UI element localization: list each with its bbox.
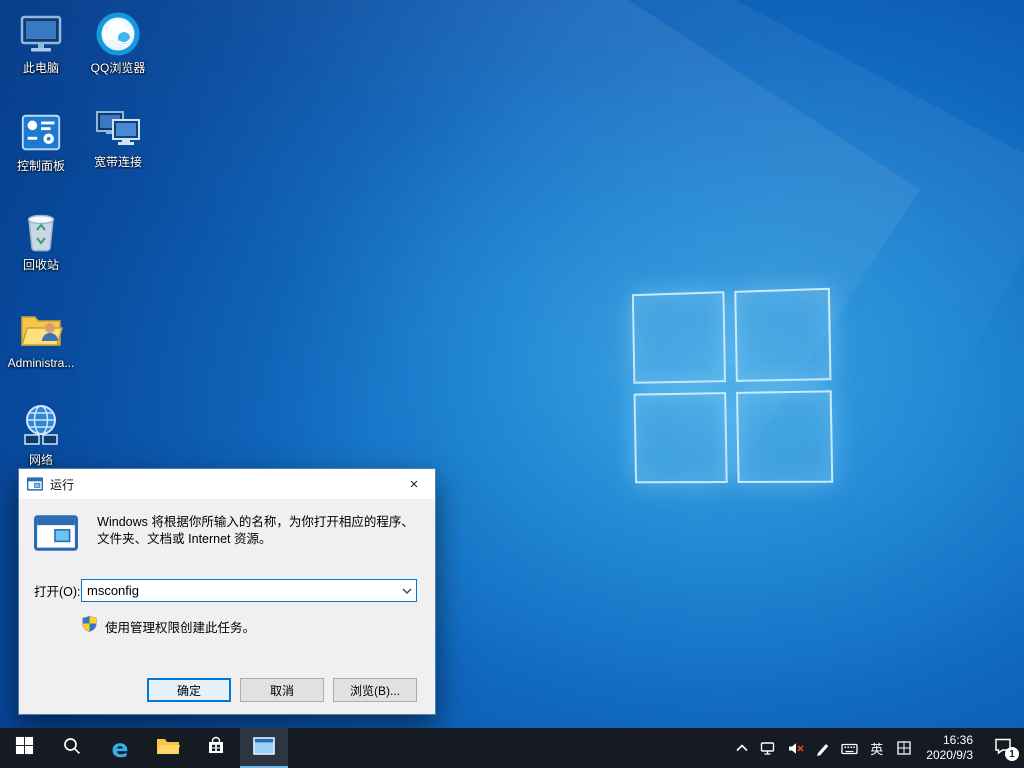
desktop-icon-administrator[interactable]: Administra... [4,303,78,370]
close-icon[interactable]: × [393,469,435,499]
run-window-icon [27,477,43,491]
edge-browser-button[interactable]: e [96,728,144,768]
cancel-button[interactable]: 取消 [240,678,324,702]
run-dialog-title: 运行 [50,477,75,492]
desktop-icon-label: 宽带连接 [93,155,142,169]
system-tray: 英 16:36 2020/9/3 1 [728,728,1024,768]
desktop[interactable]: 此电脑 QQ浏览器 控制面板 宽带连接 回收站 Administra... 网络… [0,0,1024,768]
wallpaper-light-beam [74,0,1024,547]
windows-logo-pane [631,291,726,384]
volume-button[interactable] [782,728,809,768]
clock-date: 2020/9/3 [926,748,973,762]
run-command-combobox [81,579,417,602]
file-explorer-button[interactable] [144,728,192,768]
run-dialog-taskbar-button[interactable] [240,728,288,768]
desktop-icon-broadband[interactable]: 宽带连接 [81,102,155,169]
this-pc-icon [4,8,78,58]
taskbar-clock[interactable]: 16:36 2020/9/3 [917,728,982,768]
windows-logo-pane [633,392,728,484]
run-command-input[interactable] [82,580,397,601]
touch-keyboard-button[interactable] [836,728,863,768]
ok-button[interactable]: 确定 [147,678,231,702]
desktop-icon-label: 回收站 [22,258,59,272]
desktop-icon-label: QQ浏览器 [90,61,146,75]
administrator-folder-icon [4,303,78,353]
store-icon [206,736,226,761]
network-status-button[interactable] [755,728,782,768]
chevron-down-icon[interactable] [397,580,416,601]
ime-language-label: 英 [870,741,884,757]
start-button[interactable] [0,728,48,768]
ime-language-button[interactable]: 英 [863,728,890,768]
desktop-icon-recycle-bin[interactable]: 回收站 [4,205,78,272]
control-panel-icon [4,106,78,156]
windows-logo-pane [736,390,834,483]
desktop-icon-label: 此电脑 [22,61,59,75]
desktop-icon-control-panel[interactable]: 控制面板 [4,106,78,173]
ime-mode-button[interactable] [890,728,917,768]
desktop-icon-qq-browser[interactable]: QQ浏览器 [81,8,155,75]
run-dialog-titlebar[interactable]: 运行 × [19,469,435,499]
notification-badge: 1 [1005,747,1019,761]
desktop-icon-this-pc[interactable]: 此电脑 [4,8,78,75]
show-hidden-icons-button[interactable] [728,728,755,768]
file-explorer-icon [156,736,180,761]
clock-time: 16:36 [942,733,973,747]
desktop-icon-label: 控制面板 [16,159,65,173]
search-icon [62,736,82,761]
qq-browser-icon [81,8,155,58]
edge-icon: e [111,733,129,763]
windows-start-icon [15,736,34,760]
windows-ink-button[interactable] [809,728,836,768]
desktop-icon-network[interactable]: 网络 [4,400,78,467]
broadband-connection-icon [81,102,155,152]
search-button[interactable] [48,728,96,768]
desktop-icon-label: 网络 [28,453,53,467]
windows-logo-pane [734,287,832,382]
microsoft-store-button[interactable] [192,728,240,768]
windows-logo [631,287,834,484]
recycle-bin-icon [4,205,78,255]
run-window-icon [253,736,275,760]
run-program-icon [34,511,97,556]
uac-shield-icon [81,615,98,637]
admin-privilege-note: 使用管理权限创建此任务。 [105,620,256,635]
action-center-button[interactable]: 1 [982,728,1024,768]
taskbar: e 英 16:36 2020/9/3 1 [0,728,1024,768]
run-dialog: 运行 × Windows 将根据你所输入的名称，为你打开相应的程序、文件夹、文档… [18,468,436,715]
open-label: 打开(O): [34,585,81,599]
network-icon [4,400,78,450]
desktop-icon-label: Administra... [7,356,75,370]
run-dialog-body: Windows 将根据你所输入的名称，为你打开相应的程序、文件夹、文档或 Int… [19,499,435,716]
run-dialog-description: Windows 将根据你所输入的名称，为你打开相应的程序、文件夹、文档或 Int… [97,515,414,546]
browse-button[interactable]: 浏览(B)... [333,678,417,702]
